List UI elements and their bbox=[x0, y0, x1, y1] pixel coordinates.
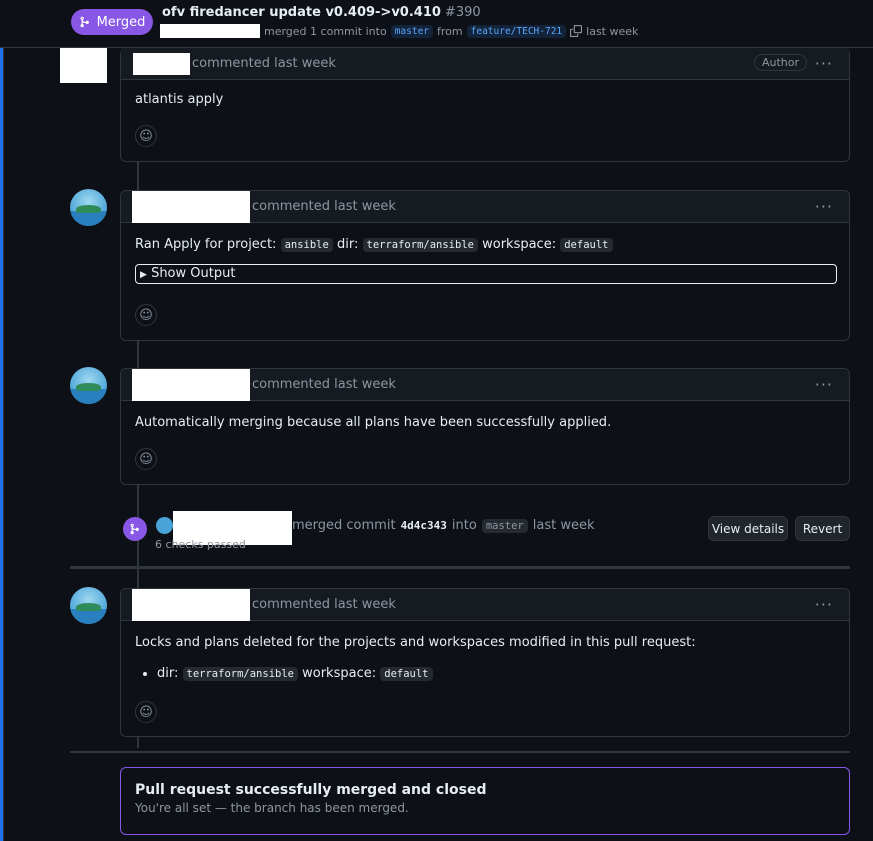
into-label: into bbox=[451, 518, 477, 533]
merge-event-action: merged commit bbox=[292, 518, 396, 533]
smiley-icon[interactable]: ☺ bbox=[135, 448, 157, 470]
author-badge: Author bbox=[753, 54, 807, 71]
revert-button[interactable]: Revert bbox=[795, 516, 850, 541]
workspace-label: workspace: bbox=[482, 237, 557, 252]
pr-title-text: ofv firedancer update v0.409->v0.410 bbox=[162, 5, 441, 20]
redacted-username bbox=[160, 24, 260, 38]
avatar[interactable] bbox=[60, 48, 107, 83]
timeline-divider bbox=[70, 566, 850, 569]
pr-meta: merged 1 commit into master from feature… bbox=[160, 23, 638, 39]
pr-time: last week bbox=[586, 24, 639, 38]
list-item: dir: terraform/ansible workspace: defaul… bbox=[157, 664, 835, 685]
comment-4: commented last week ··· Locks and plans … bbox=[120, 588, 850, 737]
base-branch[interactable]: master bbox=[390, 24, 434, 38]
comment-1: commented last week Author ··· atlantis … bbox=[120, 48, 850, 162]
comment-action[interactable]: commented last week bbox=[252, 199, 396, 214]
pr-number: #390 bbox=[444, 5, 481, 20]
git-merge-icon bbox=[80, 16, 89, 28]
avatar[interactable] bbox=[70, 367, 107, 404]
merge-event-dot bbox=[123, 517, 147, 541]
redacted-username[interactable] bbox=[132, 588, 250, 621]
redacted-username[interactable] bbox=[132, 368, 250, 401]
comment-body: atlantis apply bbox=[121, 80, 849, 123]
deleted-locks-list: dir: terraform/ansible workspace: defaul… bbox=[135, 664, 835, 685]
smiley-icon[interactable]: ☺ bbox=[135, 125, 157, 147]
comment-header: commented last week ··· bbox=[121, 190, 849, 223]
merge-event-time[interactable]: last week bbox=[533, 518, 595, 533]
avatar[interactable] bbox=[70, 189, 107, 226]
comment-body: Automatically merging because all plans … bbox=[121, 401, 849, 446]
timeline-divider bbox=[70, 751, 850, 753]
merged-status-box: Pull request successfully merged and clo… bbox=[120, 767, 850, 835]
more-options-icon[interactable]: ··· bbox=[815, 375, 833, 394]
comment-text: Locks and plans deleted for the projects… bbox=[135, 635, 696, 650]
pr-title: ofv firedancer update v0.409->v0.410 #390 bbox=[162, 5, 481, 20]
merged-box-title: Pull request successfully merged and clo… bbox=[135, 782, 487, 798]
smiley-icon[interactable]: ☺ bbox=[135, 304, 157, 326]
commit-sha[interactable]: 4d4c343 bbox=[401, 519, 447, 532]
comment-action[interactable]: commented last week bbox=[252, 377, 396, 392]
left-edge-border bbox=[3, 0, 4, 841]
merge-event-text: merged commit 4d4c343 into master last w… bbox=[292, 518, 595, 533]
merged-box-subtitle: You're all set — the branch has been mer… bbox=[135, 801, 409, 815]
redacted-username[interactable] bbox=[133, 52, 190, 75]
pr-sticky-header: Merged ofv firedancer update v0.409->v0.… bbox=[0, 0, 873, 48]
merge-target-branch[interactable]: master bbox=[481, 518, 528, 533]
git-merge-icon bbox=[130, 523, 139, 535]
checks-status[interactable]: 6 checks passed bbox=[155, 538, 246, 551]
dir-label: dir: bbox=[336, 237, 359, 252]
copy-icon[interactable] bbox=[570, 25, 583, 37]
redacted-username[interactable] bbox=[132, 190, 250, 223]
smiley-icon[interactable]: ☺ bbox=[135, 701, 157, 723]
head-branch[interactable]: feature/TECH-721 bbox=[466, 24, 567, 38]
view-details-button[interactable]: View details bbox=[708, 516, 788, 541]
disclosure-triangle-icon: ▶ bbox=[140, 269, 147, 280]
item-workspace-code: default bbox=[380, 666, 433, 681]
item-dir-code: terraform/ansible bbox=[182, 666, 298, 681]
merged-badge-label: Merged bbox=[96, 14, 146, 30]
apply-summary: Ran Apply for project: ansible dir: terr… bbox=[135, 235, 835, 256]
from-label: from bbox=[437, 24, 463, 38]
comment-action[interactable]: commented last week bbox=[252, 597, 396, 612]
comment-header: commented last week ··· bbox=[121, 588, 849, 621]
merged-status-badge: Merged bbox=[71, 9, 153, 35]
workspace-code: default bbox=[560, 238, 613, 252]
avatar[interactable] bbox=[70, 587, 107, 624]
project-code: ansible bbox=[280, 238, 333, 252]
more-options-icon[interactable]: ··· bbox=[815, 54, 833, 73]
show-output-label: Show Output bbox=[151, 265, 236, 281]
pr-merge-text: merged 1 commit into bbox=[264, 24, 387, 38]
avatar[interactable] bbox=[156, 517, 173, 534]
merge-event: merged commit 4d4c343 into master last w… bbox=[120, 511, 850, 553]
comment-2: commented last week ··· Ran Apply for pr… bbox=[120, 190, 850, 341]
comment-header: commented last week ··· bbox=[121, 368, 849, 401]
comment-body: Ran Apply for project: ansible dir: terr… bbox=[121, 223, 849, 296]
show-output-toggle[interactable]: ▶ Show Output bbox=[135, 263, 837, 284]
dir-code: terraform/ansible bbox=[362, 238, 478, 252]
comment-text: Automatically merging because all plans … bbox=[135, 415, 612, 430]
comment-body: Locks and plans deleted for the projects… bbox=[121, 621, 849, 697]
more-options-icon[interactable]: ··· bbox=[815, 197, 833, 216]
more-options-icon[interactable]: ··· bbox=[815, 595, 833, 614]
comment-header: commented last week Author ··· bbox=[121, 48, 849, 80]
comment-action[interactable]: commented last week bbox=[192, 56, 336, 71]
comment-3: commented last week ··· Automatically me… bbox=[120, 368, 850, 485]
item-workspace-label: workspace: bbox=[302, 665, 377, 681]
comment-text: atlantis apply bbox=[135, 92, 224, 107]
apply-prefix: Ran Apply for project: bbox=[135, 237, 277, 252]
item-dir-label: dir: bbox=[157, 665, 179, 681]
